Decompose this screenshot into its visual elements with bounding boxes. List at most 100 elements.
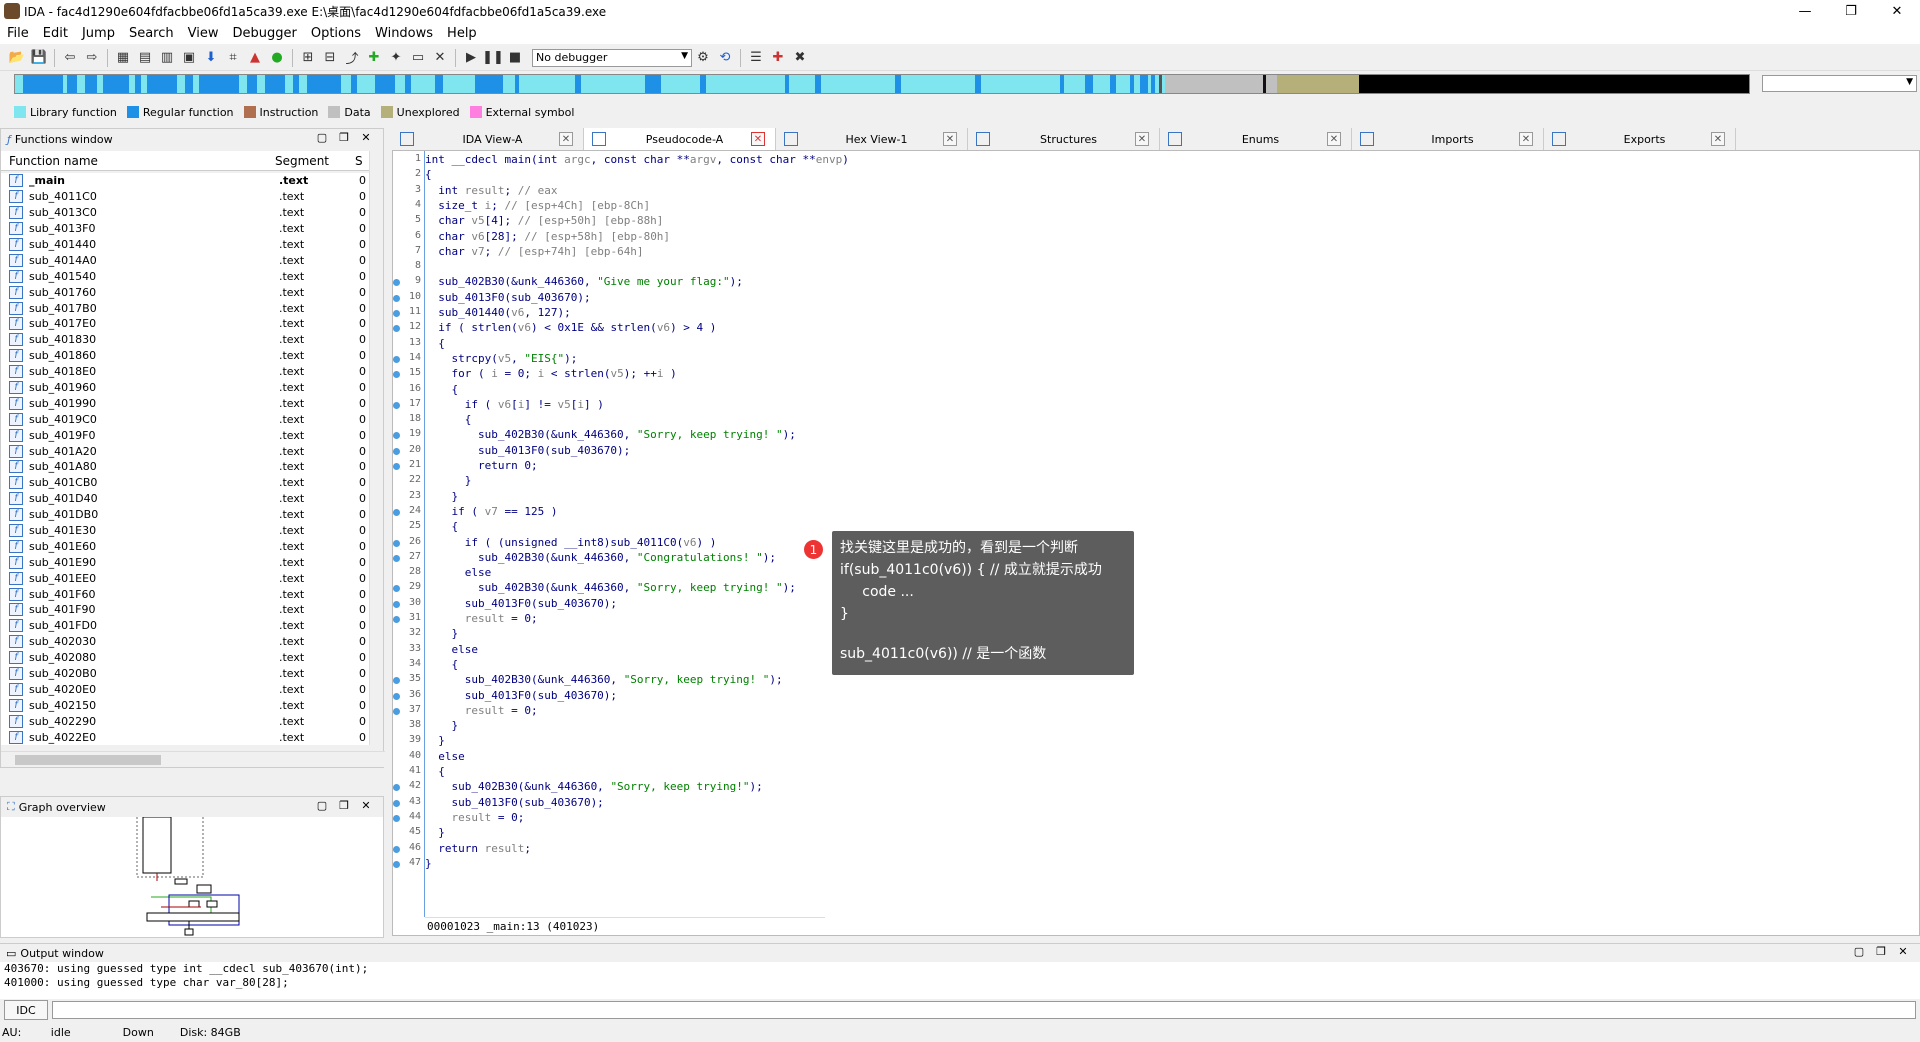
graph-icon[interactable]: ⊞	[299, 49, 317, 67]
breakpoint-dot-icon[interactable]	[393, 508, 400, 516]
menu-search[interactable]: Search	[122, 26, 181, 41]
breakpoint-dot-icon[interactable]	[393, 539, 400, 547]
close-icon[interactable]: ✕	[1327, 132, 1341, 146]
tab-exports[interactable]: Exports ✕	[1544, 128, 1736, 150]
menu-windows[interactable]: Windows	[368, 26, 440, 41]
panel-float-icon[interactable]: ❐	[1870, 945, 1892, 958]
column-segment[interactable]: Segment	[275, 154, 355, 168]
menu-file[interactable]: File	[0, 26, 36, 41]
annotation-badge[interactable]: 1	[804, 540, 823, 559]
breakpoint-dot-icon[interactable]	[393, 310, 400, 317]
close-icon[interactable]: ✕	[559, 132, 573, 146]
function-row[interactable]: f sub_4020B0 .text 0	[1, 666, 371, 682]
breakpoint-remove-icon[interactable]: ✖	[791, 49, 809, 67]
panel-close-icon[interactable]: ✕	[1892, 945, 1914, 958]
function-row[interactable]: f sub_4018E0 .text 0	[1, 364, 371, 380]
function-row[interactable]: f sub_401760 .text 0	[1, 284, 371, 300]
add-icon[interactable]: ✚	[365, 49, 383, 67]
close-icon[interactable]: ✕	[1519, 132, 1533, 146]
maximize-button[interactable]: ❐	[1828, 0, 1874, 22]
functions-vertical-scrollbar[interactable]	[369, 151, 383, 745]
panel-restore-icon[interactable]: ▢	[1848, 945, 1870, 958]
function-row[interactable]: f sub_4017E0 .text 0	[1, 316, 371, 332]
script-icon[interactable]: ⌗	[224, 49, 242, 67]
function-row[interactable]: f sub_4022E0 .text 0	[1, 729, 371, 745]
play-icon[interactable]: ▶	[462, 49, 480, 67]
minimize-button[interactable]: —	[1782, 0, 1828, 22]
function-row[interactable]: f sub_4011C0 .text 0	[1, 189, 371, 205]
scrollbar-thumb[interactable]	[15, 755, 161, 765]
breakpoint-list-icon[interactable]: ☰	[747, 49, 765, 67]
forward-icon[interactable]: ⇨	[83, 49, 101, 67]
attach-icon[interactable]: ⟲	[716, 49, 734, 67]
function-row[interactable]: f sub_402150 .text 0	[1, 697, 371, 713]
menu-jump[interactable]: Jump	[75, 26, 122, 41]
debug-options-icon[interactable]: ⚙	[694, 49, 712, 67]
layout-icon[interactable]: ▭	[409, 49, 427, 67]
function-row[interactable]: f sub_401960 .text 0	[1, 380, 371, 396]
breakpoint-dot-icon[interactable]	[393, 845, 400, 853]
function-row[interactable]: f sub_401FD0 .text 0	[1, 618, 371, 634]
function-row[interactable]: f sub_4019F0 .text 0	[1, 427, 371, 443]
breakpoint-dot-icon[interactable]	[393, 355, 400, 363]
function-row[interactable]: f sub_401EE0 .text 0	[1, 570, 371, 586]
jump-down-icon[interactable]: ⬇	[202, 49, 220, 67]
menu-help[interactable]: Help	[440, 26, 484, 41]
function-row[interactable]: f sub_401440 .text 0	[1, 237, 371, 253]
function-row[interactable]: f sub_401A80 .text 0	[1, 459, 371, 475]
function-row[interactable]: f sub_4020E0 .text 0	[1, 682, 371, 698]
function-row[interactable]: f sub_401CB0 .text 0	[1, 475, 371, 491]
breakpoint-add-icon[interactable]: ✚	[769, 49, 787, 67]
tab-enums[interactable]: Enums ✕	[1160, 128, 1352, 150]
menu-options[interactable]: Options	[304, 26, 368, 41]
breakpoint-dot-icon[interactable]	[393, 616, 400, 623]
menu-view[interactable]: View	[181, 26, 226, 41]
function-row[interactable]: f sub_4014A0 .text 0	[1, 252, 371, 268]
panel-float-icon[interactable]: ❐	[333, 131, 355, 144]
text-search-icon[interactable]: ▤	[136, 49, 154, 67]
pseudocode-view[interactable]: 1 int __cdecl main(int argc, const char *…	[392, 150, 1920, 936]
function-row[interactable]: f sub_402080 .text 0	[1, 650, 371, 666]
column-s[interactable]: S	[355, 154, 363, 168]
breakpoint-dot-icon[interactable]	[393, 860, 400, 868]
function-row[interactable]: f sub_401D40 .text 0	[1, 491, 371, 507]
close-icon[interactable]: ✕	[943, 132, 957, 146]
function-row[interactable]: f sub_4017B0 .text 0	[1, 300, 371, 316]
hex-icon[interactable]: ▥	[158, 49, 176, 67]
function-row[interactable]: f sub_4013C0 .text 0	[1, 205, 371, 221]
proximity-icon[interactable]: ⊟	[321, 49, 339, 67]
panel-close-icon[interactable]: ✕	[355, 131, 377, 144]
save-icon[interactable]: 💾	[30, 49, 48, 67]
panel-restore-icon[interactable]: ▢	[311, 131, 333, 144]
run-green-icon[interactable]: ●	[268, 49, 286, 67]
idc-button[interactable]: IDC	[4, 1000, 48, 1020]
breakpoint-dot-icon[interactable]	[393, 799, 400, 807]
breakpoint-dot-icon[interactable]	[393, 401, 400, 409]
debugger-select[interactable]: No debugger ▼	[532, 48, 692, 67]
tools-icon[interactable]: ✦	[387, 49, 405, 67]
function-row[interactable]: f sub_401F90 .text 0	[1, 602, 371, 618]
panel-close-icon[interactable]: ✕	[355, 799, 377, 812]
close-icon[interactable]: ✕	[751, 132, 765, 146]
breakpoint-dot-icon[interactable]	[393, 692, 400, 700]
panel-float-icon[interactable]: ❐	[333, 799, 355, 812]
function-row[interactable]: f sub_401860 .text 0	[1, 348, 371, 364]
function-row[interactable]: f sub_4019C0 .text 0	[1, 411, 371, 427]
breakpoint-dot-icon[interactable]	[393, 447, 400, 455]
tab-pseudocode-a[interactable]: Pseudocode-A ✕	[584, 128, 776, 150]
navigation-select[interactable]: ▼	[1762, 75, 1917, 92]
function-row[interactable]: f sub_401E60 .text 0	[1, 538, 371, 554]
navigation-band[interactable]	[14, 74, 1750, 94]
function-row[interactable]: f sub_401E30 .text 0	[1, 523, 371, 539]
menu-debugger[interactable]: Debugger	[225, 26, 303, 41]
alert-icon[interactable]: ▲	[246, 49, 264, 67]
panel-restore-icon[interactable]: ▢	[311, 799, 333, 812]
function-row[interactable]: f sub_402290 .text 0	[1, 713, 371, 729]
cross-icon[interactable]: ✕	[431, 49, 449, 67]
function-row[interactable]: f sub_401830 .text 0	[1, 332, 371, 348]
functions-horizontal-scrollbar[interactable]	[1, 751, 385, 767]
close-button[interactable]: ✕	[1874, 0, 1920, 22]
stop-icon[interactable]: ■	[506, 49, 524, 67]
breakpoint-dot-icon[interactable]	[393, 600, 400, 608]
menu-edit[interactable]: Edit	[36, 26, 75, 41]
